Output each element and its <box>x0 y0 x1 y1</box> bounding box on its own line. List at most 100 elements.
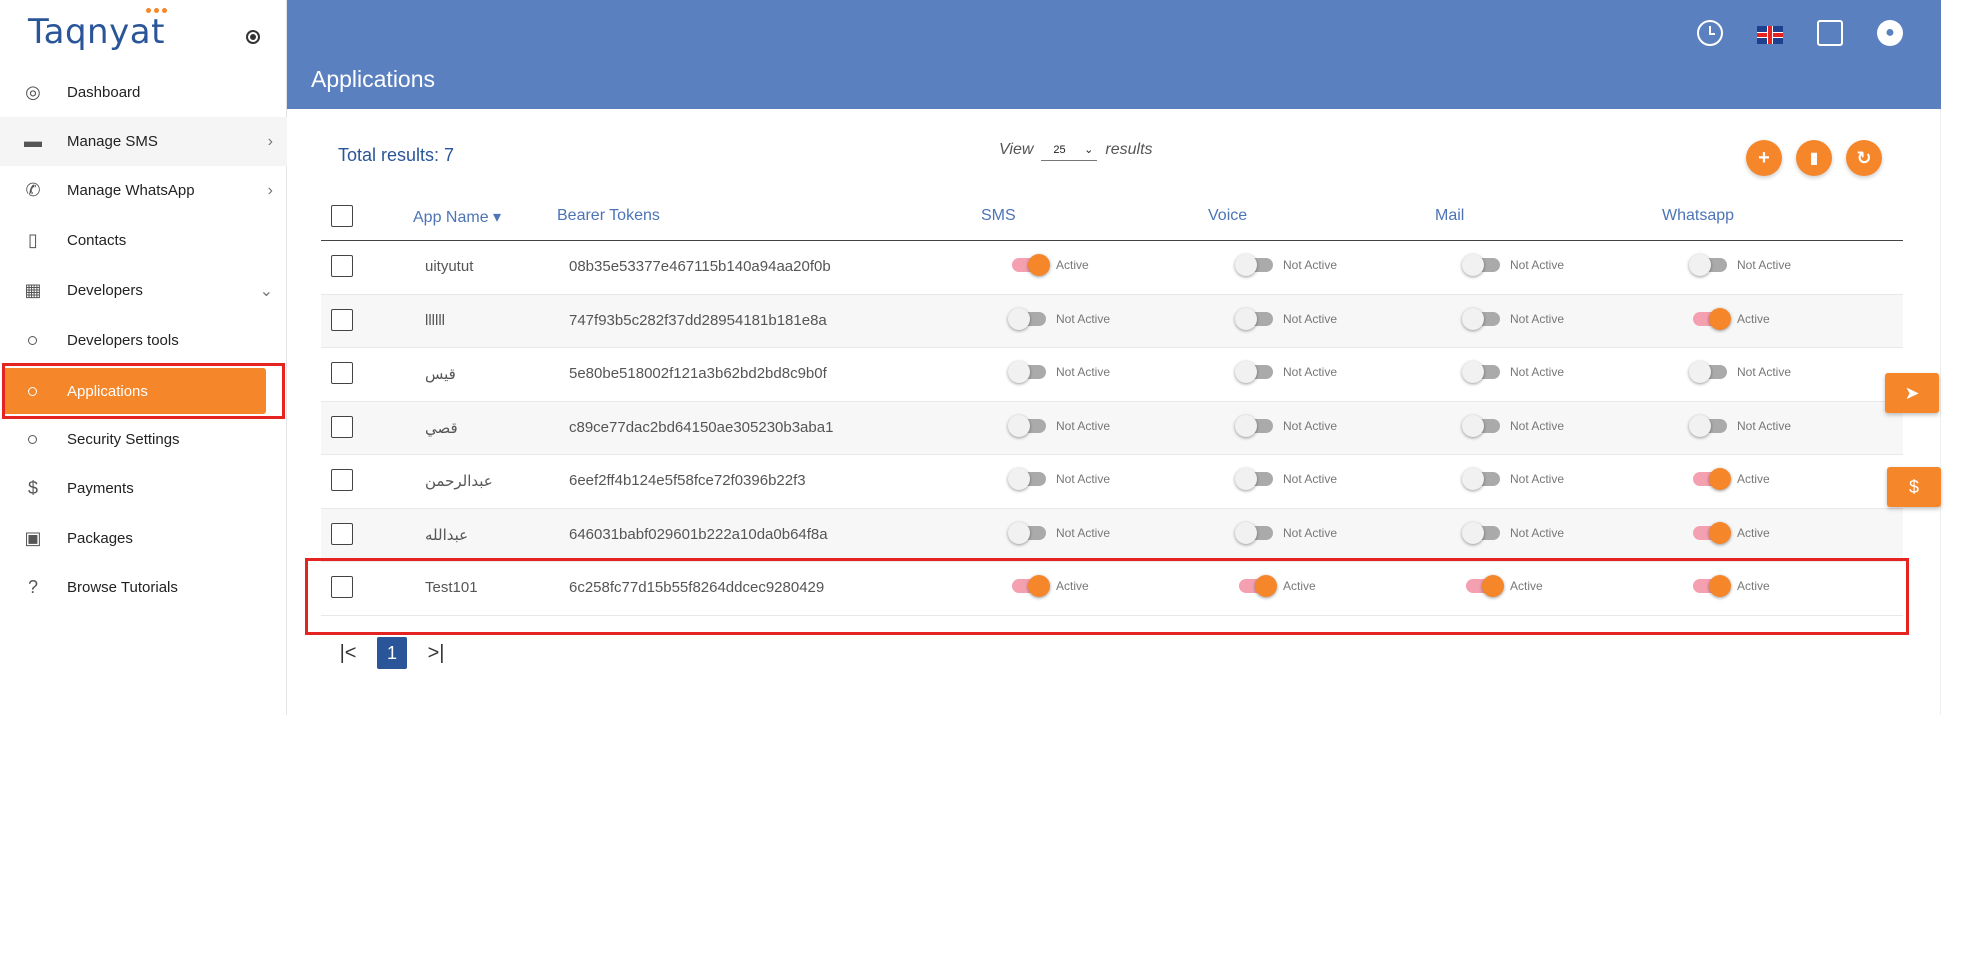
whatsapp-toggle[interactable]: Active <box>1693 468 1770 490</box>
toggle-knob[interactable] <box>1462 361 1484 383</box>
voice-toggle[interactable]: Not Active <box>1235 521 1337 544</box>
toggle-knob[interactable] <box>1709 307 1731 330</box>
first-page-button[interactable]: |< <box>335 642 361 665</box>
brand-logo[interactable]: Taqnyat <box>28 12 165 52</box>
mail-toggle[interactable]: Not Active <box>1462 361 1564 383</box>
sidebar-item-developers-tools[interactable]: Developers tools <box>0 316 287 365</box>
voice-toggle[interactable]: Not Active <box>1235 414 1337 437</box>
row-checkbox[interactable] <box>331 308 353 331</box>
toggle-knob[interactable] <box>1028 254 1050 276</box>
whatsapp-toggle[interactable]: Active <box>1693 307 1770 330</box>
toggle-track[interactable] <box>1235 307 1273 330</box>
toggle-knob[interactable] <box>1709 468 1731 490</box>
toggle-track[interactable] <box>1689 414 1727 437</box>
sms-toggle[interactable]: Not Active <box>1008 414 1110 437</box>
current-page-button[interactable]: 1 <box>377 637 407 669</box>
column-app-name[interactable]: App Name ▾ <box>413 207 501 227</box>
sidebar-item-manage-sms[interactable]: ▬ Manage SMS › <box>0 117 287 166</box>
row-checkbox[interactable] <box>331 469 353 491</box>
select-all-checkbox[interactable] <box>331 205 353 227</box>
toggle-knob[interactable] <box>1689 254 1711 276</box>
sidebar-item-browse-tutorials[interactable]: ? Browse Tutorials <box>0 563 287 612</box>
user-account-icon[interactable]: ● <box>1877 20 1903 46</box>
toggle-knob[interactable] <box>1689 361 1711 383</box>
toggle-track[interactable] <box>1693 468 1731 490</box>
toggle-track[interactable] <box>1235 414 1273 437</box>
toggle-knob[interactable] <box>1462 521 1484 544</box>
send-tab-button[interactable]: ➤ <box>1885 373 1939 413</box>
fullscreen-icon[interactable] <box>1817 20 1843 46</box>
toggle-track[interactable] <box>1008 307 1046 330</box>
toggle-knob[interactable] <box>1709 521 1731 544</box>
voice-toggle[interactable]: Not Active <box>1235 254 1337 276</box>
toggle-knob[interactable] <box>1235 521 1257 544</box>
toggle-knob[interactable] <box>1008 468 1030 490</box>
toggle-track[interactable] <box>1462 307 1500 330</box>
toggle-knob[interactable] <box>1462 414 1484 437</box>
toggle-knob[interactable] <box>1235 307 1257 330</box>
toggle-track[interactable] <box>1008 521 1046 544</box>
voice-toggle[interactable]: Not Active <box>1235 468 1337 490</box>
delete-button[interactable]: ▮ <box>1796 140 1832 176</box>
mail-toggle[interactable]: Not Active <box>1462 414 1564 437</box>
toggle-knob[interactable] <box>1462 307 1484 330</box>
mail-toggle[interactable]: Not Active <box>1462 468 1564 490</box>
whatsapp-toggle[interactable]: Not Active <box>1689 361 1791 383</box>
sms-toggle[interactable]: Not Active <box>1008 468 1110 490</box>
toggle-knob[interactable] <box>1008 521 1030 544</box>
toggle-track[interactable] <box>1689 254 1727 276</box>
toggle-knob[interactable] <box>1462 468 1484 490</box>
balance-tab-button[interactable]: $ <box>1887 467 1941 507</box>
clock-icon[interactable] <box>1697 20 1723 46</box>
sidebar-item-payments[interactable]: $ Payments <box>0 464 287 513</box>
toggle-track[interactable] <box>1008 414 1046 437</box>
toggle-track[interactable] <box>1462 361 1500 383</box>
toggle-knob[interactable] <box>1008 414 1030 437</box>
voice-toggle[interactable]: Not Active <box>1235 307 1337 330</box>
toggle-track[interactable] <box>1693 307 1731 330</box>
toggle-track[interactable] <box>1462 468 1500 490</box>
language-flag-icon[interactable] <box>1757 20 1783 46</box>
sidebar-item-developers[interactable]: ▦ Developers ⌄ <box>0 266 287 315</box>
toggle-track[interactable] <box>1235 361 1273 383</box>
toggle-knob[interactable] <box>1008 307 1030 330</box>
last-page-button[interactable]: >| <box>423 642 449 665</box>
add-button[interactable]: + <box>1746 140 1782 176</box>
toggle-track[interactable] <box>1012 254 1050 276</box>
whatsapp-toggle[interactable]: Not Active <box>1689 254 1791 276</box>
sidebar-item-security-settings[interactable]: Security Settings <box>0 415 287 464</box>
toggle-track[interactable] <box>1693 521 1731 544</box>
mail-toggle[interactable]: Not Active <box>1462 254 1564 276</box>
sidebar-item-manage-whatsapp[interactable]: ✆ Manage WhatsApp › <box>0 166 287 215</box>
sms-toggle[interactable]: Not Active <box>1008 307 1110 330</box>
toggle-track[interactable] <box>1235 468 1273 490</box>
mail-toggle[interactable]: Not Active <box>1462 307 1564 330</box>
mail-toggle[interactable]: Not Active <box>1462 521 1564 544</box>
toggle-track[interactable] <box>1462 414 1500 437</box>
sidebar-item-dashboard[interactable]: ◎ Dashboard <box>0 68 287 117</box>
whatsapp-toggle[interactable]: Active <box>1693 521 1770 544</box>
toggle-knob[interactable] <box>1235 468 1257 490</box>
sidebar-item-packages[interactable]: ▣ Packages <box>0 514 287 563</box>
toggle-track[interactable] <box>1008 361 1046 383</box>
toggle-knob[interactable] <box>1235 254 1257 276</box>
sms-toggle[interactable]: Not Active <box>1008 361 1110 383</box>
row-checkbox[interactable] <box>331 415 353 438</box>
toggle-knob[interactable] <box>1235 361 1257 383</box>
toggle-track[interactable] <box>1462 254 1500 276</box>
sidebar-item-contacts[interactable]: ▯ Contacts <box>0 216 287 265</box>
toggle-knob[interactable] <box>1008 361 1030 383</box>
whatsapp-toggle[interactable]: Not Active <box>1689 414 1791 437</box>
toggle-track[interactable] <box>1689 361 1727 383</box>
voice-toggle[interactable]: Not Active <box>1235 361 1337 383</box>
pin-sidebar-icon[interactable] <box>246 30 260 44</box>
page-size-select[interactable]: 25 ⌄ <box>1041 139 1098 161</box>
sms-toggle[interactable]: Active <box>1012 254 1089 276</box>
toggle-knob[interactable] <box>1689 414 1711 437</box>
toggle-track[interactable] <box>1462 521 1500 544</box>
toggle-track[interactable] <box>1235 521 1273 544</box>
toggle-track[interactable] <box>1008 468 1046 490</box>
row-checkbox[interactable] <box>331 522 353 545</box>
refresh-button[interactable]: ↻ <box>1846 140 1882 176</box>
toggle-track[interactable] <box>1235 254 1273 276</box>
